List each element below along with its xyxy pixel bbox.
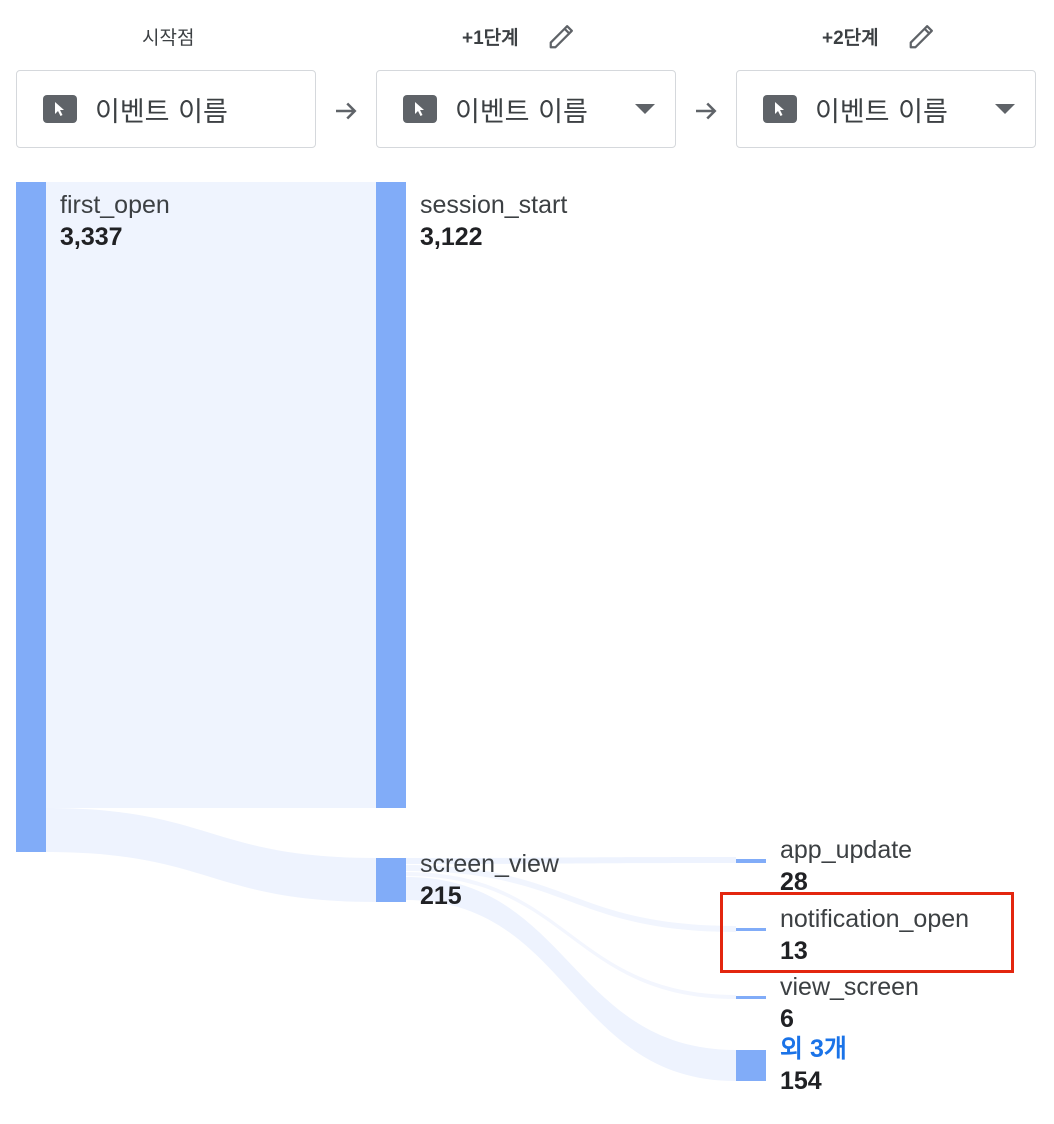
node-bar-screen-view[interactable] (376, 858, 406, 902)
selector-label: 이벤트 이름 (455, 96, 588, 128)
step-1-event-selector[interactable]: 이벤트 이름 (376, 70, 676, 148)
selector-label: 이벤트 이름 (815, 96, 948, 128)
node-bar-session-start[interactable] (376, 182, 406, 808)
node-bar-others[interactable] (736, 1050, 766, 1081)
cursor-icon (763, 95, 797, 123)
pencil-icon[interactable] (907, 21, 937, 51)
node-value-view-screen: 6 (780, 1005, 794, 1033)
more-nodes-link[interactable]: 외 3개 (780, 1034, 847, 1064)
highlight-box (720, 892, 1014, 973)
node-bar-view-screen[interactable] (736, 996, 766, 999)
flow-first-open-to-session-start (46, 182, 376, 808)
cursor-icon (43, 95, 77, 123)
pencil-icon[interactable] (547, 21, 577, 51)
node-value-screen-view: 215 (420, 882, 462, 910)
arrow-right-icon (336, 102, 357, 120)
node-name-session-start: session_start (420, 191, 568, 219)
node-bar-first-open[interactable] (16, 182, 46, 852)
start-event-selector[interactable]: 이벤트 이름 (16, 70, 316, 148)
column-title-step-2: +2단계 (822, 22, 937, 50)
node-name-app-update: app_update (780, 836, 913, 864)
node-value-session-start: 3,122 (420, 223, 483, 251)
column-title-label: 시작점 (142, 27, 195, 49)
node-value-first-open: 3,337 (60, 223, 123, 251)
node-bar-app-update[interactable] (736, 859, 766, 863)
column-title-start: 시작점 (142, 22, 194, 50)
step-2-event-selector[interactable]: 이벤트 이름 (736, 70, 1036, 148)
node-name-screen-view: screen_view (420, 850, 559, 878)
selector-label: 이벤트 이름 (95, 96, 228, 128)
node-name-view-screen: view_screen (780, 973, 919, 1001)
cursor-icon (403, 95, 437, 123)
node-value-others: 154 (780, 1067, 822, 1095)
dropdown-icon[interactable] (995, 104, 1015, 114)
column-title-label: +1단계 (462, 27, 519, 49)
column-title-step-1: +1단계 (462, 22, 577, 50)
column-title-label: +2단계 (822, 27, 879, 49)
flow-first-open-to-screen-view (46, 808, 376, 902)
node-name-first-open: first_open (60, 191, 170, 219)
arrow-right-icon (696, 102, 717, 120)
dropdown-icon[interactable] (635, 104, 655, 114)
